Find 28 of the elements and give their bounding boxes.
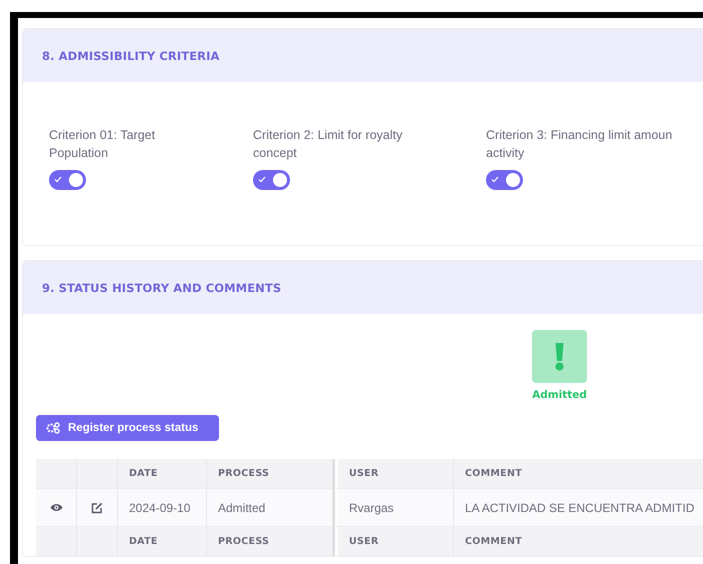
column-header: DATE: [118, 527, 207, 556]
column-header: COMMENT: [454, 527, 703, 556]
section-title: 8. ADMISSIBILITY CRITERIA: [23, 29, 703, 82]
edit-icon[interactable]: [91, 502, 103, 514]
register-button[interactable]: Register process status: [36, 415, 219, 441]
criterion-label: Criterion 2: Limit for royalty concept: [253, 127, 402, 162]
eye-icon[interactable]: [50, 503, 62, 512]
column-header: DATE: [118, 459, 207, 488]
table-cell: Admitted: [207, 488, 333, 527]
table-cell: 2024-09-10: [118, 488, 207, 527]
column-header: PROCESS: [207, 459, 333, 488]
section-title: 9. STATUS HISTORY AND COMMENTS: [23, 261, 703, 314]
check-icon: [491, 176, 499, 183]
toggle-switch[interactable]: [486, 170, 523, 190]
column-header: USER: [338, 527, 454, 556]
gears-icon: [46, 422, 60, 434]
status-label: Admitted: [532, 389, 587, 401]
check-icon: [258, 176, 266, 183]
table-cell: LA ACTIVIDAD SE ENCUENTRA ADMITID: [454, 488, 703, 527]
check-icon: [54, 176, 62, 183]
column-header: USER: [338, 459, 454, 488]
criterion-label: Criterion 3: Financing limit amoun activity: [486, 127, 672, 162]
table-cell: Rvargas: [338, 488, 454, 527]
toggle-switch[interactable]: [253, 170, 290, 190]
column-header: PROCESS: [207, 527, 333, 556]
criterion-label: Criterion 01: Target Population: [49, 127, 156, 162]
column-header: COMMENT: [454, 459, 703, 488]
toggle-switch[interactable]: [49, 170, 86, 190]
